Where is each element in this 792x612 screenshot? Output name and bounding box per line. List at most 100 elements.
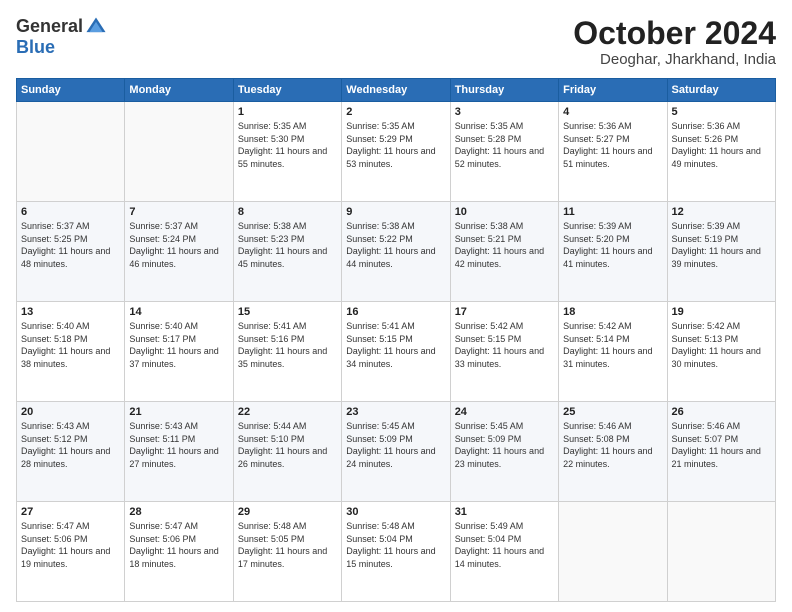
table-row: 19Sunrise: 5:42 AMSunset: 5:13 PMDayligh…: [667, 302, 775, 402]
day-info-line: Daylight: 11 hours and 26 minutes.: [238, 446, 327, 469]
table-row: 9Sunrise: 5:38 AMSunset: 5:22 PMDaylight…: [342, 202, 450, 302]
day-info-line: Daylight: 11 hours and 45 minutes.: [238, 246, 327, 269]
table-row: 8Sunrise: 5:38 AMSunset: 5:23 PMDaylight…: [233, 202, 341, 302]
day-number: 21: [129, 406, 228, 418]
day-info-line: Sunrise: 5:46 AM: [672, 421, 741, 431]
day-info: Sunrise: 5:43 AMSunset: 5:11 PMDaylight:…: [129, 420, 228, 470]
day-number: 15: [238, 306, 337, 318]
day-info-line: Sunset: 5:11 PM: [129, 434, 195, 444]
day-info: Sunrise: 5:38 AMSunset: 5:23 PMDaylight:…: [238, 220, 337, 270]
day-info: Sunrise: 5:40 AMSunset: 5:18 PMDaylight:…: [21, 320, 120, 370]
day-info-line: Sunset: 5:25 PM: [21, 234, 88, 244]
table-row: 26Sunrise: 5:46 AMSunset: 5:07 PMDayligh…: [667, 402, 775, 502]
table-row: 22Sunrise: 5:44 AMSunset: 5:10 PMDayligh…: [233, 402, 341, 502]
day-number: 2: [346, 106, 445, 118]
day-info-line: Daylight: 11 hours and 31 minutes.: [563, 346, 652, 369]
day-info-line: Daylight: 11 hours and 34 minutes.: [346, 346, 435, 369]
day-info-line: Sunset: 5:20 PM: [563, 234, 630, 244]
table-row: 10 Sunrise: 5:38 AMSunset: 5:21 PMDayligh…: [450, 202, 558, 302]
location: Deoghar, Jharkhand, India: [573, 51, 776, 68]
day-info-line: Sunset: 5:06 PM: [21, 534, 88, 544]
month-title: October 2024: [573, 16, 776, 51]
day-info: Sunrise: 5:47 AMSunset: 5:06 PMDaylight:…: [21, 520, 120, 570]
day-info: Sunrise: 5:37 AMSunset: 5:24 PMDaylight:…: [129, 220, 228, 270]
day-info-line: Daylight: 11 hours and 51 minutes.: [563, 146, 652, 169]
day-info-line: Sunrise: 5:45 AM: [346, 421, 415, 431]
day-info-line: Sunrise: 5:41 AM: [346, 321, 415, 331]
day-info-line: Sunrise: 5:39 AM: [672, 221, 741, 231]
day-info-line: Sunrise: 5:36 AM: [672, 121, 741, 131]
day-info-line: Daylight: 11 hours and 15 minutes.: [346, 546, 435, 569]
day-info-line: Sunrise: 5:41 AM: [238, 321, 307, 331]
day-number: 20: [21, 406, 120, 418]
day-number: 5: [672, 106, 771, 118]
day-info-line: Daylight: 11 hours and 55 minutes.: [238, 146, 327, 169]
day-info-line: Sunrise: 5:43 AM: [21, 421, 90, 431]
day-number: 16: [346, 306, 445, 318]
calendar-table: Sunday Monday Tuesday Wednesday Thursday…: [16, 78, 776, 602]
table-row: 30Sunrise: 5:48 AMSunset: 5:04 PMDayligh…: [342, 502, 450, 602]
day-info-line: Sunrise: 5:45 AM: [455, 421, 524, 431]
table-row: 31Sunrise: 5:49 AMSunset: 5:04 PMDayligh…: [450, 502, 558, 602]
day-info-line: Daylight: 11 hours and 23 minutes.: [455, 446, 544, 469]
day-info-line: Daylight: 11 hours and 53 minutes.: [346, 146, 435, 169]
day-info-line: Sunset: 5:09 PM: [455, 434, 522, 444]
logo-icon: [85, 16, 107, 38]
calendar-header-row: Sunday Monday Tuesday Wednesday Thursday…: [17, 79, 776, 102]
day-info: Sunrise: 5:35 AMSunset: 5:30 PMDaylight:…: [238, 120, 337, 170]
table-row: 4Sunrise: 5:36 AMSunset: 5:27 PMDaylight…: [559, 102, 667, 202]
table-row: 14Sunrise: 5:40 AMSunset: 5:17 PMDayligh…: [125, 302, 233, 402]
day-info-line: Sunrise: 5:46 AM: [563, 421, 632, 431]
col-friday: Friday: [559, 79, 667, 102]
day-number: 29: [238, 506, 337, 518]
day-info-line: Sunrise: 5:39 AM: [563, 221, 632, 231]
day-info-line: Sunset: 5:09 PM: [346, 434, 413, 444]
day-info-line: Sunrise: 5:38 AM: [346, 221, 415, 231]
day-info-line: Daylight: 11 hours and 41 minutes.: [563, 246, 652, 269]
day-info-line: Sunrise: 5:42 AM: [455, 321, 524, 331]
day-info-line: Daylight: 11 hours and 49 minutes.: [672, 146, 761, 169]
table-row: 25Sunrise: 5:46 AMSunset: 5:08 PMDayligh…: [559, 402, 667, 502]
table-row: 12Sunrise: 5:39 AMSunset: 5:19 PMDayligh…: [667, 202, 775, 302]
day-info-line: Sunrise: 5:38 AM: [238, 221, 307, 231]
day-info-line: Sunset: 5:05 PM: [238, 534, 305, 544]
table-row: 17Sunrise: 5:42 AMSunset: 5:15 PMDayligh…: [450, 302, 558, 402]
day-number: 3: [455, 106, 554, 118]
day-info-line: Sunset: 5:19 PM: [672, 234, 739, 244]
day-info-line: Sunset: 5:14 PM: [563, 334, 630, 344]
day-info-line: Sunrise: 5:35 AM: [455, 121, 524, 131]
table-row: 24Sunrise: 5:45 AMSunset: 5:09 PMDayligh…: [450, 402, 558, 502]
day-info: Sunrise: 5:39 AMSunset: 5:19 PMDaylight:…: [672, 220, 771, 270]
table-row: 3Sunrise: 5:35 AMSunset: 5:28 PMDaylight…: [450, 102, 558, 202]
calendar-week-5: 27Sunrise: 5:47 AMSunset: 5:06 PMDayligh…: [17, 502, 776, 602]
day-info: Sunrise: 5:47 AMSunset: 5:06 PMDaylight:…: [129, 520, 228, 570]
day-number: 30: [346, 506, 445, 518]
title-area: October 2024 Deoghar, Jharkhand, India: [573, 16, 776, 68]
header: General Blue October 2024 Deoghar, Jhark…: [16, 16, 776, 68]
day-info-line: Sunrise: 5:48 AM: [238, 521, 307, 531]
col-thursday: Thursday: [450, 79, 558, 102]
col-saturday: Saturday: [667, 79, 775, 102]
day-number: 18: [563, 306, 662, 318]
day-info-line: Sunrise: 5:43 AM: [129, 421, 198, 431]
day-number: 4: [563, 106, 662, 118]
day-info-line: Sunrise: 5:40 AM: [129, 321, 198, 331]
day-info-line: Sunrise: 5:35 AM: [346, 121, 415, 131]
day-info: Sunrise: 5:38 AMSunset: 5:21 PMDaylight:…: [455, 220, 554, 270]
day-info-line: Sunset: 5:08 PM: [563, 434, 630, 444]
day-info-line: Daylight: 11 hours and 24 minutes.: [346, 446, 435, 469]
day-info: Sunrise: 5:40 AMSunset: 5:17 PMDaylight:…: [129, 320, 228, 370]
logo-text: General Blue: [16, 16, 107, 58]
table-row: 20Sunrise: 5:43 AMSunset: 5:12 PMDayligh…: [17, 402, 125, 502]
day-number: 10: [455, 206, 554, 218]
logo-general-row: General: [16, 16, 107, 38]
day-info: Sunrise: 5:44 AMSunset: 5:10 PMDaylight:…: [238, 420, 337, 470]
day-info: Sunrise: 5:35 AMSunset: 5:29 PMDaylight:…: [346, 120, 445, 170]
day-info-line: Daylight: 11 hours and 18 minutes.: [129, 546, 218, 569]
day-info-line: Sunset: 5:28 PM: [455, 134, 522, 144]
col-tuesday: Tuesday: [233, 79, 341, 102]
day-number: 11: [563, 206, 662, 218]
table-row: [559, 502, 667, 602]
calendar-week-2: 6Sunrise: 5:37 AMSunset: 5:25 PMDaylight…: [17, 202, 776, 302]
table-row: 11 Sunrise: 5:39 AM Sunset: 5:20 PM Dayligh…: [559, 202, 667, 302]
